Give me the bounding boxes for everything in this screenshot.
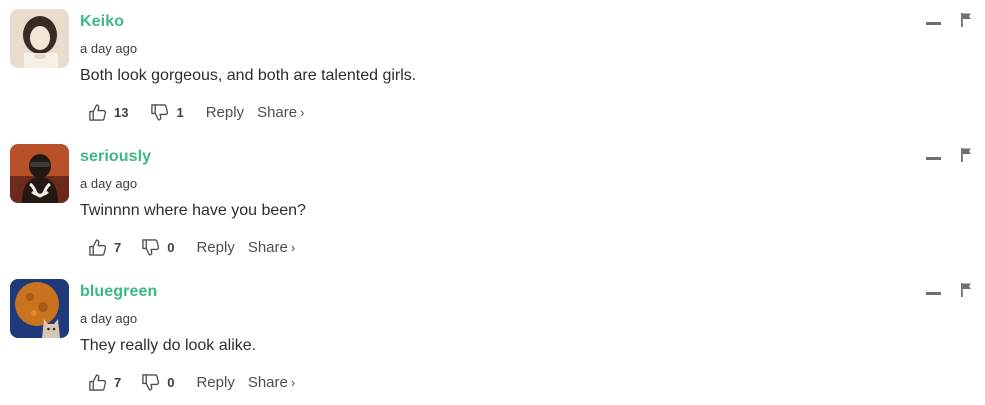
downvote-count: 0 (167, 374, 175, 390)
reply-button[interactable]: Reply (196, 374, 234, 391)
upvote-count: 7 (114, 239, 122, 255)
comment-timestamp[interactable]: a day ago (80, 311, 137, 326)
comment-actions: 13 1 Reply Share › (88, 101, 304, 123)
chevron-right-icon: › (290, 374, 296, 390)
comment-text: Twinnnn where have you been? (80, 202, 306, 219)
reply-button[interactable]: Reply (196, 239, 234, 256)
share-button[interactable]: Share › (257, 104, 304, 121)
chevron-right-icon: › (290, 239, 296, 255)
avatar[interactable] (10, 9, 69, 68)
comment-text: They really do look alike. (80, 337, 257, 354)
upvote-count: 7 (114, 374, 122, 390)
minus-icon[interactable] (926, 157, 941, 160)
comment-item: Keiko a day ago Both look gorgeous, and … (0, 0, 985, 135)
thumbs-down-icon (150, 103, 169, 122)
minus-icon[interactable] (926, 22, 941, 25)
upvote-button[interactable]: 13 (88, 103, 128, 122)
thumbs-up-icon (88, 373, 107, 392)
comment-item: seriously a day ago Twinnnn where have y… (0, 135, 985, 270)
downvote-count: 0 (167, 239, 175, 255)
thumbs-down-icon (141, 238, 160, 257)
avatar[interactable] (10, 279, 69, 338)
chevron-right-icon: › (300, 104, 305, 120)
flag-icon[interactable] (960, 13, 972, 27)
minus-icon[interactable] (926, 292, 941, 295)
upvote-count: 13 (114, 104, 129, 120)
downvote-button[interactable]: 0 (141, 238, 174, 257)
thumbs-up-icon (88, 238, 107, 257)
comment-username[interactable]: bluegreen (80, 283, 157, 301)
share-label: Share (247, 373, 288, 391)
downvote-count: 1 (176, 104, 184, 120)
downvote-button[interactable]: 1 (150, 103, 184, 122)
comment-timestamp[interactable]: a day ago (80, 176, 137, 191)
downvote-button[interactable]: 0 (141, 373, 174, 392)
thumbs-up-icon (88, 103, 107, 122)
comment-actions: 7 0 Reply Share › (88, 236, 295, 258)
share-label: Share (257, 103, 298, 121)
comment-actions: 7 0 Reply Share › (88, 371, 295, 393)
comment-timestamp[interactable]: a day ago (80, 41, 137, 56)
comment-text: Both look gorgeous, and both are talente… (80, 67, 417, 84)
flag-icon[interactable] (960, 283, 972, 297)
avatar[interactable] (10, 144, 69, 203)
comment-item: bluegreen a day ago They really do look … (0, 270, 985, 405)
comment-username[interactable]: Keiko (80, 13, 124, 31)
share-button[interactable]: Share › (248, 374, 295, 391)
flag-icon[interactable] (960, 148, 972, 162)
upvote-button[interactable]: 7 (88, 238, 121, 257)
thumbs-down-icon (141, 373, 160, 392)
reply-button[interactable]: Reply (206, 104, 244, 121)
comment-username[interactable]: seriously (80, 148, 151, 166)
share-button[interactable]: Share › (248, 239, 295, 256)
share-label: Share (247, 238, 288, 256)
upvote-button[interactable]: 7 (88, 373, 121, 392)
